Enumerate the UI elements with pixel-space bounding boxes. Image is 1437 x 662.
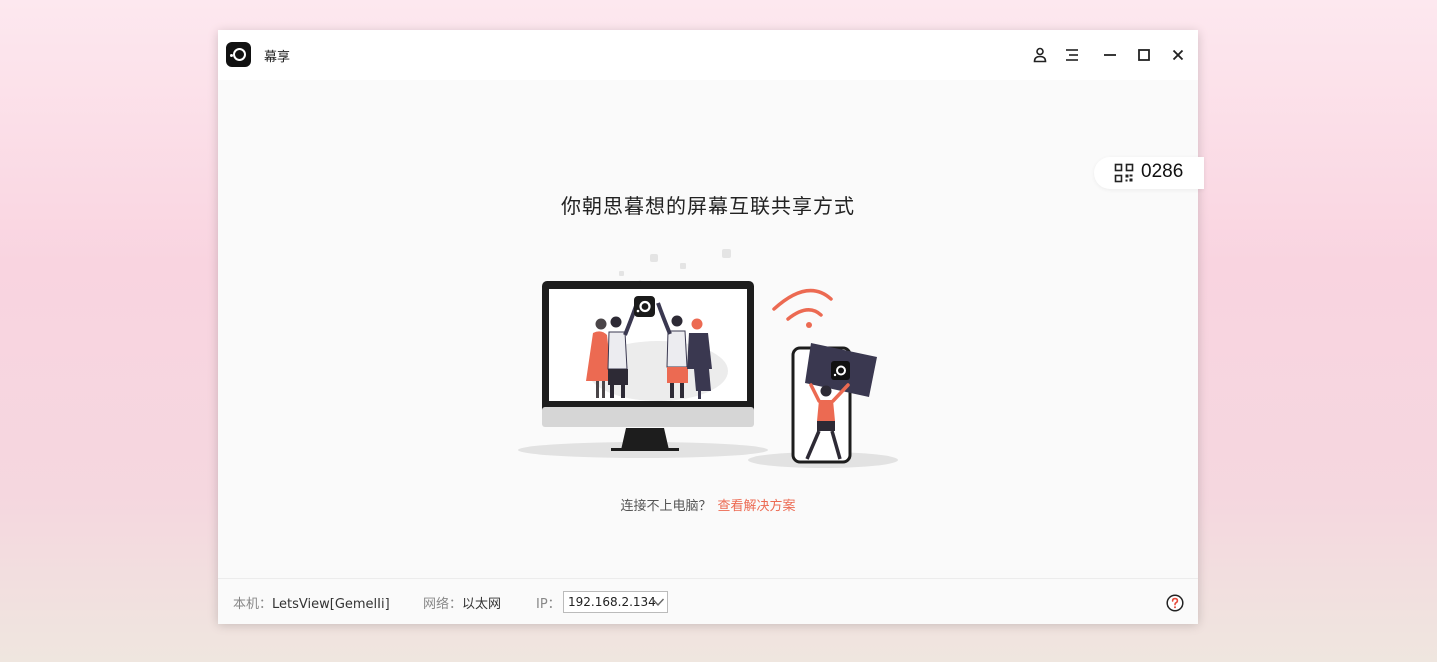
help-text: 连接不上电脑？ [620,499,712,514]
host-label: 本机： [233,597,273,612]
ip-select[interactable]: 192.168.2.134 [563,591,668,613]
connection-help: 连接不上电脑？ 查看解决方案 [218,495,1198,514]
title-bar[interactable]: 幕享 [218,30,1198,80]
screen-sharing-illustration [518,249,898,468]
close-button[interactable] [1167,44,1189,66]
headline: 你朝思暮想的屏幕互联共享方式 [561,194,855,218]
device-code: 0286 [1141,161,1184,182]
qr-code-icon [1114,163,1134,183]
status-bar: 本机：LetsView[GemelIi] 网络：以太网 IP： 192.168.… [218,578,1198,624]
minimize-button[interactable] [1099,44,1121,66]
host-value: LetsView[GemelIi] [272,597,390,612]
close-icon [1172,49,1184,61]
app-title: 幕享 [264,50,291,65]
user-icon[interactable] [1029,44,1051,66]
maximize-button[interactable] [1133,44,1155,66]
ip-label: IP： [536,597,561,612]
ip-value: 192.168.2.134 [568,595,656,609]
device-code-button[interactable]: 0286 [1094,157,1204,189]
host-info: 本机：LetsView[GemelIi] [233,593,390,612]
maximize-icon [1138,49,1150,61]
chevron-down-icon [651,598,665,607]
app-window: 幕享 0286 你朝思暮想的屏幕互联共享方式 连接不上电脑？ 查看解决方案 本机… [218,30,1204,624]
menu-icon[interactable] [1061,44,1083,66]
minimize-icon [1104,54,1116,56]
network-value: 以太网 [462,597,502,612]
app-logo [226,42,251,67]
solution-link[interactable]: 查看解决方案 [718,499,796,514]
help-icon[interactable] [1166,594,1184,612]
network-label: 网络： [423,597,463,612]
network-info: 网络：以太网 [423,593,501,612]
